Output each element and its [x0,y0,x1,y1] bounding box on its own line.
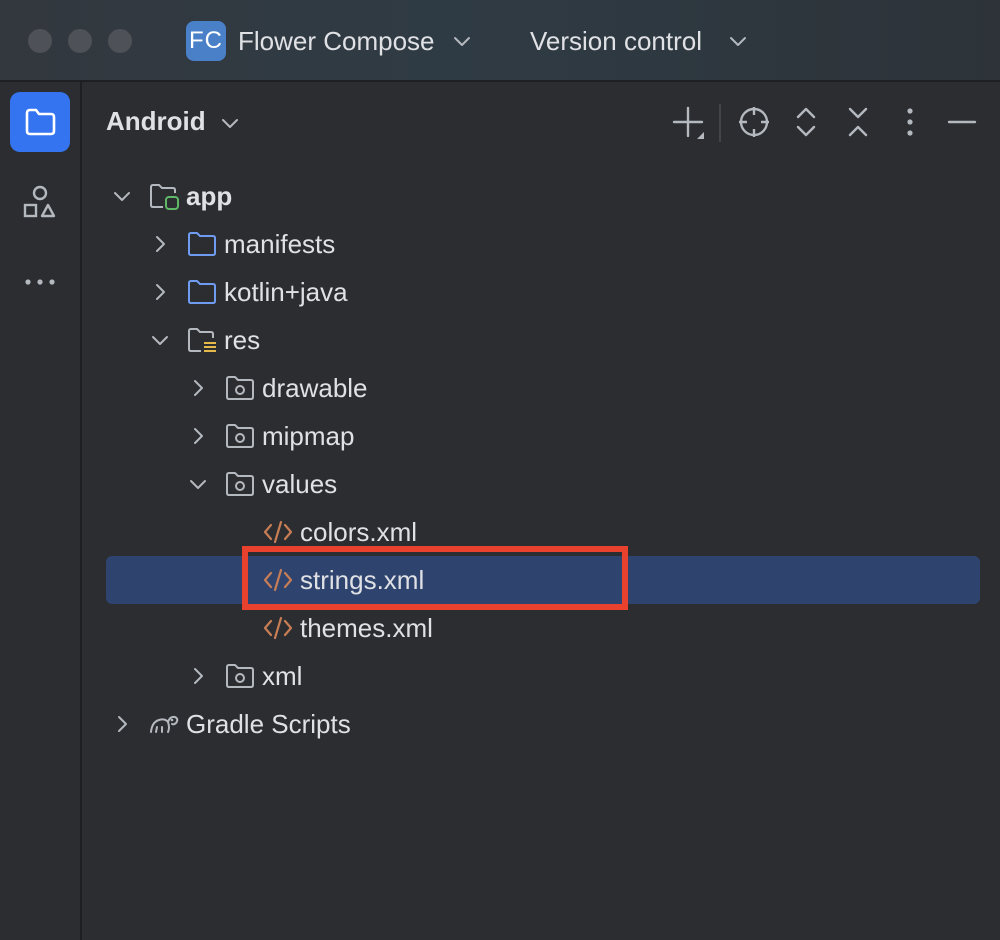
header-separator [719,104,721,142]
chevron-down-icon[interactable] [148,328,172,352]
package-folder-icon [226,472,254,496]
tree-node-label: values [262,469,338,499]
window-zoom-button[interactable] [108,29,132,53]
package-folder-icon [226,424,254,448]
tree-node-label: colors.xml [300,517,418,547]
tree-node-label: mipmap [262,421,355,451]
tree-node-label: kotlin+java [224,277,348,307]
add-icon[interactable] [670,104,708,142]
chevron-down-icon[interactable] [186,472,210,496]
xml-file-icon [263,520,293,544]
project-badge[interactable]: FC [186,21,226,61]
resource-folder-icon [188,328,216,352]
tree-node-label: themes.xml [300,613,433,643]
collapse-all-icon[interactable] [842,104,874,140]
folder-icon [25,108,56,136]
chevron-right-icon[interactable] [148,280,172,304]
tree-node-values[interactable]: values [106,460,980,508]
more-horizontal-icon[interactable] [20,268,60,296]
locate-icon[interactable] [736,104,772,140]
project-name-dropdown[interactable]: Flower Compose [238,26,435,57]
title-bar: FC Flower Compose Version control [0,0,1000,82]
tree-node-themes-xml[interactable]: themes.xml [106,604,980,652]
tree-node-res[interactable]: res [106,316,980,364]
version-control-dropdown[interactable]: Version control [530,26,702,57]
tree-node-label: xml [262,661,303,691]
view-mode-dropdown[interactable]: Android [106,106,206,137]
tree-node-label: app [186,181,233,211]
highlight-annotation-box [242,546,628,610]
tree-node-app[interactable]: app [106,172,980,220]
tree-node-gradle-scripts[interactable]: Gradle Scripts [106,700,980,748]
tool-window-strip [0,82,82,940]
hide-icon[interactable] [946,104,978,140]
more-vertical-icon[interactable] [896,104,924,140]
tree-node-label: Gradle Scripts [186,709,351,739]
expand-all-icon[interactable] [790,104,822,140]
chevron-down-icon[interactable] [450,29,474,53]
package-folder-icon [226,664,254,688]
module-folder-icon [150,184,179,210]
chevron-right-icon[interactable] [148,232,172,256]
tree-node-label: manifests [224,229,336,259]
shapes-icon[interactable] [20,182,60,222]
chevron-down-icon[interactable] [726,29,750,53]
package-folder-icon [226,376,254,400]
xml-file-icon [263,616,293,640]
gradle-icon [150,715,179,733]
chevron-right-icon[interactable] [186,376,210,400]
tree-node-manifests[interactable]: manifests [106,220,980,268]
tree-node-label: res [224,325,261,355]
tree-node-label: drawable [262,373,368,403]
chevron-down-icon[interactable] [110,184,134,208]
folder-icon [188,280,216,304]
tree-node-drawable[interactable]: drawable [106,364,980,412]
window-close-button[interactable] [28,29,52,53]
tree-node-mipmap[interactable]: mipmap [106,412,980,460]
tree-node-xml[interactable]: xml [106,652,980,700]
chevron-down-icon[interactable] [218,111,242,135]
chevron-right-icon[interactable] [186,664,210,688]
project-tool-button[interactable] [10,92,70,152]
tree-node-kotlin-java[interactable]: kotlin+java [106,268,980,316]
window-minimize-button[interactable] [68,29,92,53]
folder-icon [188,232,216,256]
chevron-right-icon[interactable] [186,424,210,448]
chevron-right-icon[interactable] [110,712,134,736]
